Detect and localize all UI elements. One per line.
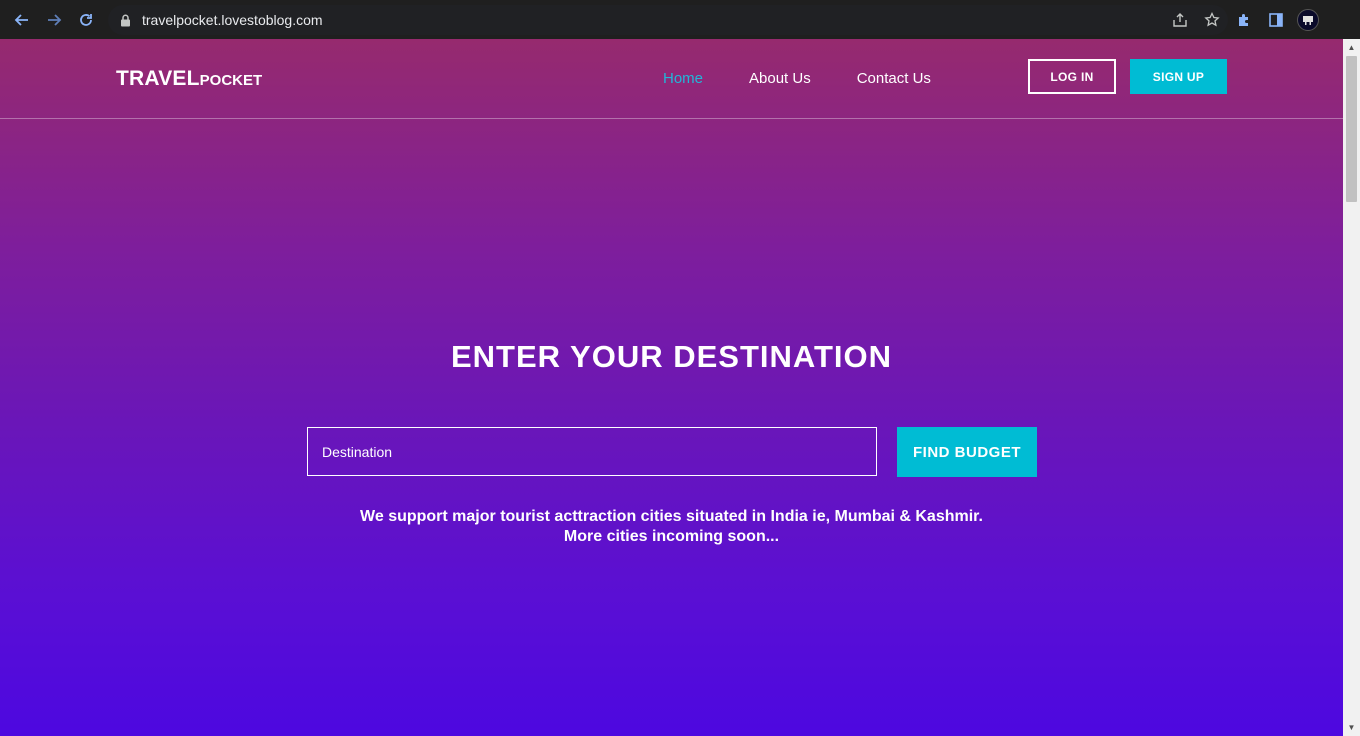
url-text: travelpocket.lovestoblog.com — [142, 12, 323, 28]
vertical-scrollbar[interactable]: ▲ ▼ — [1343, 39, 1360, 736]
support-note: We support major tourist acttraction cit… — [0, 507, 1343, 547]
nav-link-contact-us[interactable]: Contact Us — [857, 70, 931, 87]
scroll-down-arrow-icon[interactable]: ▼ — [1343, 719, 1360, 736]
address-bar[interactable]: travelpocket.lovestoblog.com — [108, 5, 1228, 35]
browser-toolbar: travelpocket.lovestoblog.com — [0, 0, 1360, 39]
back-arrow-icon[interactable] — [6, 4, 38, 36]
side-panel-icon[interactable] — [1260, 5, 1292, 35]
logo-text-sub: POCKET — [199, 72, 263, 89]
lock-icon[interactable] — [118, 13, 132, 27]
logo-text-main: TRAVEL — [116, 67, 200, 90]
destination-input[interactable]: Destination — [307, 427, 877, 476]
nav-link-about-us[interactable]: About Us — [749, 70, 811, 87]
login-button[interactable]: LOG IN — [1028, 59, 1116, 94]
signup-button[interactable]: SIGN UP — [1130, 59, 1227, 94]
site-header: TRAVELPOCKET Home About Us Contact Us LO… — [0, 39, 1343, 119]
profile-avatar-icon[interactable] — [1292, 5, 1324, 35]
support-note-line-2: More cities incoming soon... — [563, 528, 780, 545]
find-budget-button[interactable]: FIND BUDGET — [897, 427, 1037, 477]
site-logo[interactable]: TRAVELPOCKET — [116, 67, 262, 91]
scroll-up-arrow-icon[interactable]: ▲ — [1343, 39, 1360, 56]
share-icon[interactable] — [1164, 5, 1196, 35]
nav-link-home[interactable]: Home — [663, 70, 703, 87]
page-viewport: TRAVELPOCKET Home About Us Contact Us LO… — [0, 39, 1343, 736]
support-note-line-1: We support major tourist acttraction cit… — [360, 508, 983, 525]
hero-title: ENTER YOUR DESTINATION — [450, 339, 893, 374]
bookmark-star-icon[interactable] — [1196, 5, 1228, 35]
scrollbar-thumb[interactable] — [1346, 56, 1357, 202]
extensions-puzzle-icon[interactable] — [1228, 5, 1260, 35]
main-nav: Home About Us Contact Us — [663, 70, 977, 87]
forward-arrow-icon[interactable] — [38, 4, 70, 36]
reload-icon[interactable] — [70, 4, 102, 36]
